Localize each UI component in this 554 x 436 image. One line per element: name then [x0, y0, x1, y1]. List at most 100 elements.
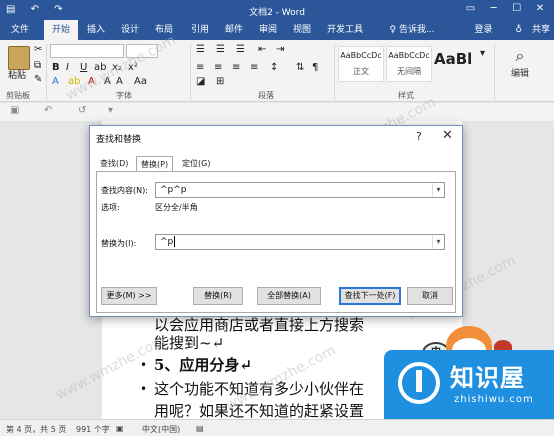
doc-line: 用呢？如果还不知道的赶紧设置	[154, 402, 365, 420]
numbering-icon[interactable]: ☰	[216, 44, 225, 55]
styles-more-icon[interactable]: ▾	[480, 48, 485, 59]
minimize-icon[interactable]: ─	[484, 3, 504, 14]
ribbon-separator	[494, 44, 495, 100]
proofing-icon[interactable]: ▣	[116, 424, 124, 433]
replace-input[interactable]: ^p ▾	[155, 234, 445, 250]
redo-icon[interactable]: ↺	[78, 105, 86, 116]
tab-goto[interactable]: 定位(G)	[178, 156, 214, 172]
help-icon[interactable]: ?	[416, 130, 422, 143]
account-area: 登录 ♁ 共享	[465, 20, 551, 40]
lightbulb-icon: ♀	[389, 25, 397, 35]
replace-value: ^p	[160, 237, 174, 247]
replace-button[interactable]: 替换(R)	[193, 287, 243, 305]
format-painter-icon[interactable]: ✎	[34, 74, 42, 85]
macro-icon[interactable]: ▤	[196, 424, 204, 433]
quick-access-bar: ▣ ↶ ↺ ▾	[0, 103, 554, 121]
window-controls: ▭ ─ ☐ ✕	[460, 3, 550, 14]
find-dropdown-icon[interactable]: ▾	[432, 183, 444, 197]
options-label: 选项:	[101, 203, 120, 212]
ribbon-separator	[46, 44, 47, 100]
more-button[interactable]: 更多(M) >>	[101, 287, 157, 305]
badge-url: zhishiwu.com	[454, 394, 534, 405]
style-normal[interactable]: AaBbCcDc 正文	[338, 46, 384, 82]
paste-label: 粘贴	[8, 71, 27, 81]
find-icon: ⌕	[515, 46, 525, 65]
text-effects-icon[interactable]: A	[52, 76, 59, 87]
increase-indent-icon[interactable]: ⇥	[276, 44, 284, 55]
doc-line: 5、应用分身↵	[154, 356, 253, 374]
tab-home[interactable]: 开始	[44, 20, 78, 40]
change-case-icon[interactable]: Aa	[134, 76, 147, 87]
find-replace-dialog: 查找和替换 ? ✕ 查找(D) 替换(P) 定位(G) 查找内容(N): ^p^…	[89, 125, 463, 317]
title-bar: ▤ ↶ ↷ 文档2 - Word ▭ ─ ☐ ✕	[0, 0, 554, 20]
replace-all-button[interactable]: 全部替换(A)	[257, 287, 321, 305]
cancel-button[interactable]: 取消	[407, 287, 453, 305]
bold-icon[interactable]: B	[52, 62, 60, 73]
tab-find[interactable]: 查找(D)	[96, 156, 132, 172]
bullet-icon: •	[140, 382, 148, 396]
tab-review[interactable]: 审阅	[252, 20, 284, 40]
copy-icon[interactable]: ⧉	[34, 60, 41, 71]
borders-icon[interactable]: ⊞	[216, 76, 224, 87]
find-label: 查找内容(N):	[101, 186, 148, 195]
shading-icon[interactable]: ◪	[196, 76, 205, 87]
share-button[interactable]: ♁ 共享	[505, 25, 550, 35]
tab-developer[interactable]: 开发工具	[322, 20, 368, 40]
share-label: 共享	[531, 25, 550, 35]
status-bar: 第 4 页，共 5 页 991 个字 ▣ 中文(中国) ▤	[0, 419, 554, 436]
ribbon-tabs: 文件 开始 插入 设计 布局 引用 邮件 审阅 视图 开发工具 ♀ 告诉我...…	[0, 20, 554, 40]
page-count[interactable]: 第 4 页，共 5 页	[6, 424, 66, 435]
save-icon[interactable]: ▣	[10, 105, 19, 116]
italic-icon[interactable]: I	[66, 62, 69, 73]
find-next-button[interactable]: 查找下一处(F)	[339, 287, 401, 305]
show-marks-icon[interactable]: ¶	[312, 62, 318, 73]
sort-icon[interactable]: ⇅	[296, 62, 304, 73]
bullets-icon[interactable]: ☰	[196, 44, 205, 55]
line-spacing-icon[interactable]: ↕	[270, 62, 278, 73]
align-left-icon[interactable]: ≡	[196, 62, 204, 73]
undo-icon[interactable]: ↶	[44, 105, 52, 116]
editing-label: 编辑	[510, 69, 529, 79]
decrease-indent-icon[interactable]: ⇤	[258, 44, 266, 55]
word-count[interactable]: 991 个字	[76, 424, 110, 435]
tab-design[interactable]: 设计	[114, 20, 146, 40]
badge-title: 知识屋	[450, 364, 525, 392]
tab-references[interactable]: 引用	[184, 20, 216, 40]
tell-me-box[interactable]: ♀ 告诉我...	[380, 20, 444, 40]
maximize-icon[interactable]: ☐	[507, 3, 527, 14]
close-icon[interactable]: ✕	[442, 128, 453, 143]
styles-group-label: 样式	[398, 91, 414, 100]
tab-mailings[interactable]: 邮件	[218, 20, 250, 40]
ribbon-display-icon[interactable]: ▭	[460, 3, 480, 14]
paste-icon[interactable]	[8, 46, 30, 70]
text-caret	[174, 236, 176, 247]
options-value: 区分全/半角	[155, 203, 198, 212]
replace-dropdown-icon[interactable]: ▾	[432, 235, 444, 249]
lightbulb-logo-icon	[398, 362, 440, 404]
align-center-icon[interactable]: ≡	[214, 62, 222, 73]
underline-icon[interactable]: U	[80, 62, 87, 73]
align-right-icon[interactable]: ≡	[232, 62, 240, 73]
style-heading[interactable]: AaBl	[434, 46, 476, 82]
tab-file[interactable]: 文件	[4, 20, 36, 40]
find-input[interactable]: ^p^p ▾	[155, 182, 445, 198]
ribbon-separator	[334, 44, 335, 100]
multilevel-icon[interactable]: ☰	[236, 44, 245, 55]
justify-icon[interactable]: ≡	[250, 62, 258, 73]
login-link[interactable]: 登录	[475, 25, 493, 35]
find-value: ^p^p	[160, 185, 187, 195]
font-name-box[interactable]	[50, 44, 124, 58]
close-window-icon[interactable]: ✕	[530, 3, 550, 14]
tab-insert[interactable]: 插入	[80, 20, 112, 40]
ribbon-separator	[190, 44, 191, 100]
customize-icon[interactable]: ▾	[108, 105, 113, 116]
language-status[interactable]: 中文(中国)	[142, 424, 180, 435]
cut-icon[interactable]: ✂	[34, 44, 42, 55]
tab-view[interactable]: 视图	[286, 20, 318, 40]
style-name: 无间隔	[397, 67, 421, 76]
editing-button[interactable]: ⌕ 编辑	[500, 46, 540, 90]
replace-label: 替换为(I):	[101, 239, 137, 248]
style-no-spacing[interactable]: AaBbCcDc 无间隔	[386, 46, 432, 82]
replace-panel: 查找内容(N): ^p^p ▾ 选项: 区分全/半角 替换为(I): ^p ▾ …	[96, 171, 456, 313]
site-badge: 知识屋 zhishiwu.com	[384, 350, 554, 419]
